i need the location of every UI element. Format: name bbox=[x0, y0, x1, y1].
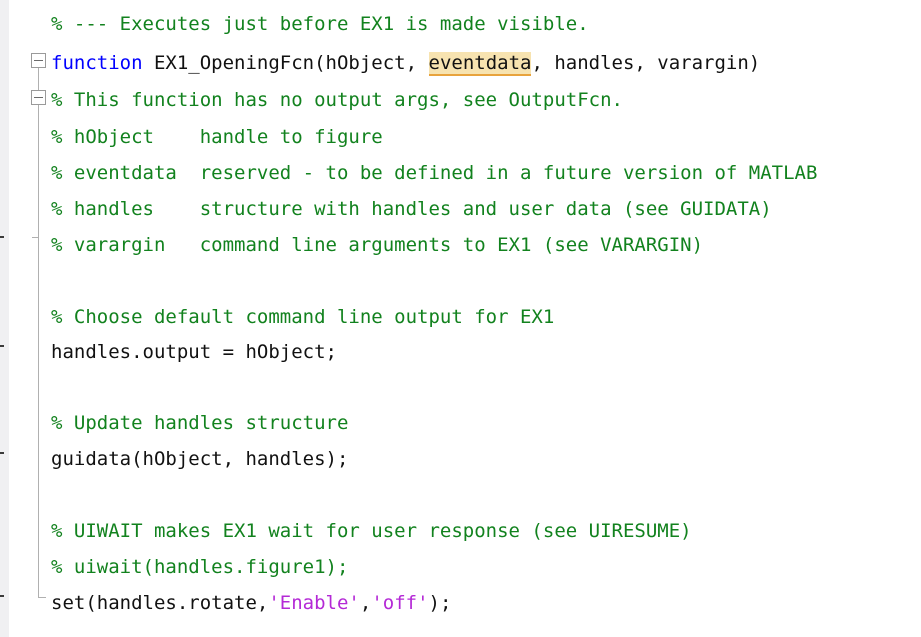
code-line[interactable]: % handles structure with handles and use… bbox=[51, 194, 772, 225]
code-line[interactable]: set(handles.rotate,'Enable','off'); bbox=[51, 588, 451, 619]
code-token-plain: ); bbox=[428, 592, 452, 614]
code-token-string: 'Enable' bbox=[268, 592, 360, 614]
code-line[interactable]: % hObject handle to figure bbox=[51, 122, 383, 153]
code-token-plain: EX1_OpeningFcn(hObject, bbox=[142, 52, 429, 74]
code-line[interactable]: % --- Executes just before EX1 is made v… bbox=[51, 9, 589, 40]
code-token-string: 'off' bbox=[371, 592, 429, 614]
code-line[interactable]: handles.output = hObject; bbox=[51, 337, 337, 368]
code-line[interactable]: function EX1_OpeningFcn(hObject, eventda… bbox=[51, 48, 760, 79]
code-line[interactable]: % This function has no output args, see … bbox=[51, 85, 623, 116]
code-token-plain: handles.output = hObject; bbox=[51, 341, 337, 363]
code-line[interactable]: guidata(hObject, handles); bbox=[51, 444, 348, 475]
code-line[interactable]: % varargin command line arguments to EX1… bbox=[51, 230, 703, 261]
code-line[interactable]: % eventdata reserved - to be defined in … bbox=[51, 158, 817, 189]
code-token-plain: , bbox=[359, 592, 372, 614]
code-line[interactable]: % Choose default command line output for… bbox=[51, 302, 554, 333]
code-token-plain: , handles, varargin) bbox=[531, 52, 761, 74]
code-token-plain: set(handles.rotate, bbox=[51, 592, 269, 614]
code-line[interactable]: % uiwait(handles.figure1); bbox=[51, 552, 348, 583]
code-line[interactable]: % UIWAIT makes EX1 wait for user respons… bbox=[51, 516, 692, 547]
code-text-area[interactable]: % --- Executes just before EX1 is made v… bbox=[0, 0, 921, 637]
unused-argument-warning-token[interactable]: eventdata bbox=[428, 52, 532, 76]
code-token-comment: % handles structure with handles and use… bbox=[51, 198, 772, 220]
code-token-comment: % hObject handle to figure bbox=[51, 126, 383, 148]
code-token-comment: % --- Executes just before EX1 is made v… bbox=[51, 13, 589, 35]
code-token-comment: % Choose default command line output for… bbox=[51, 306, 555, 328]
code-line[interactable]: % Update handles structure bbox=[51, 408, 348, 439]
matlab-code-editor[interactable]: % --- Executes just before EX1 is made v… bbox=[0, 0, 921, 637]
code-token-keyword: function bbox=[51, 52, 143, 74]
code-token-comment: % UIWAIT makes EX1 wait for user respons… bbox=[51, 520, 692, 542]
code-token-comment: % eventdata reserved - to be defined in … bbox=[51, 162, 818, 184]
code-token-comment: % varargin command line arguments to EX1… bbox=[51, 234, 704, 256]
code-token-comment: % Update handles structure bbox=[51, 412, 349, 434]
code-token-plain: guidata(hObject, handles); bbox=[51, 448, 349, 470]
code-token-comment: % uiwait(handles.figure1); bbox=[51, 556, 349, 578]
code-token-comment: % This function has no output args, see … bbox=[51, 89, 623, 111]
